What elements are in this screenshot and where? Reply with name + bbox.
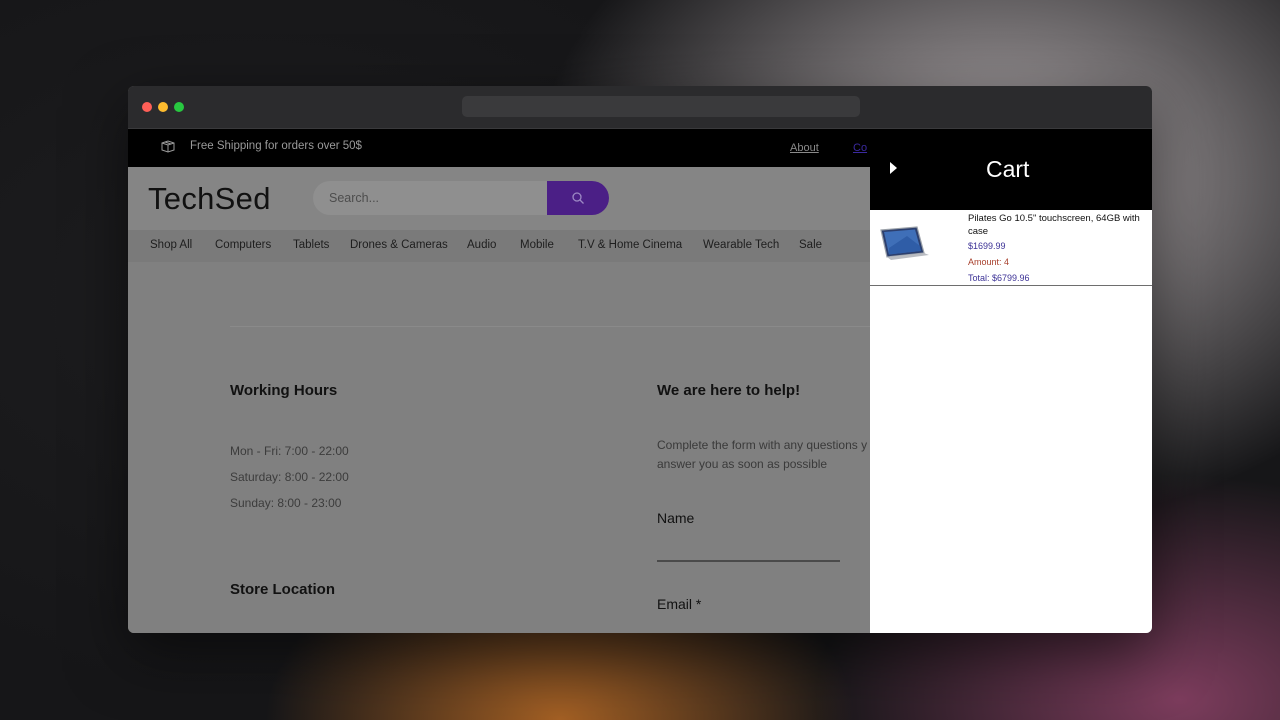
browser-titlebar [128, 86, 1152, 129]
name-field[interactable] [657, 560, 840, 562]
nav-item-audio[interactable]: Audio [467, 239, 496, 251]
help-description-line-1: Complete the form with any questions y [657, 438, 868, 452]
about-link[interactable]: About [790, 142, 819, 154]
search-bar [313, 181, 609, 215]
minimize-window-button[interactable] [158, 102, 168, 112]
hours-sunday: Sunday: 8:00 - 23:00 [230, 496, 342, 510]
email-field-label: Email * [657, 596, 702, 612]
help-description-line-2: answer you as soon as possible [657, 457, 828, 471]
address-bar[interactable] [462, 96, 860, 117]
name-field-label: Name [657, 510, 695, 526]
search-button[interactable] [547, 181, 609, 215]
contact-link[interactable]: Co [853, 142, 867, 154]
nav-item-computers[interactable]: Computers [215, 239, 271, 251]
cart-title: Cart [986, 156, 1030, 182]
working-hours-heading: Working Hours [230, 382, 338, 399]
nav-item-shop-all[interactable]: Shop All [150, 239, 192, 251]
nav-item-sale[interactable]: Sale [799, 239, 822, 251]
tablet-product-image [880, 226, 929, 260]
search-input[interactable] [313, 181, 545, 215]
nav-item-drones-cameras[interactable]: Drones & Cameras [350, 239, 448, 251]
package-icon [161, 140, 175, 153]
cart-close-arrow-icon[interactable] [890, 162, 897, 174]
cart-item-total: Total: $6799.96 [968, 273, 1030, 283]
hours-saturday: Saturday: 8:00 - 22:00 [230, 470, 349, 484]
browser-window: Free Shipping for orders over 50$ About … [128, 86, 1152, 633]
maximize-window-button[interactable] [174, 102, 184, 112]
hours-weekdays: Mon - Fri: 7:00 - 22:00 [230, 444, 349, 458]
cart-item[interactable]: Pilates Go 10.5" touchscreen, 64GB with … [870, 210, 1152, 286]
cart-item-price: $1699.99 [968, 241, 1006, 251]
cart-panel: Cart Pilates Go 10.5" touchscreen, 64GB … [870, 129, 1152, 633]
shipping-notice: Free Shipping for orders over 50$ [190, 140, 362, 152]
nav-item-wearable-tech[interactable]: Wearable Tech [703, 239, 779, 251]
site-logo[interactable]: TechSed [148, 181, 271, 217]
section-divider [230, 326, 870, 327]
cart-item-amount: Amount: 4 [968, 257, 1010, 267]
help-heading: We are here to help! [657, 382, 801, 399]
cart-item-name: Pilates Go 10.5" touchscreen, 64GB with … [968, 213, 1140, 237]
close-window-button[interactable] [142, 102, 152, 112]
nav-item-tablets[interactable]: Tablets [293, 239, 329, 251]
nav-item-tv-home-cinema[interactable]: T.V & Home Cinema [578, 239, 682, 251]
nav-item-mobile[interactable]: Mobile [520, 239, 554, 251]
help-description: Complete the form with any questions y a… [657, 436, 887, 474]
search-icon [572, 192, 584, 204]
store-location-heading: Store Location [230, 581, 336, 598]
cart-header: Cart [870, 129, 1152, 210]
